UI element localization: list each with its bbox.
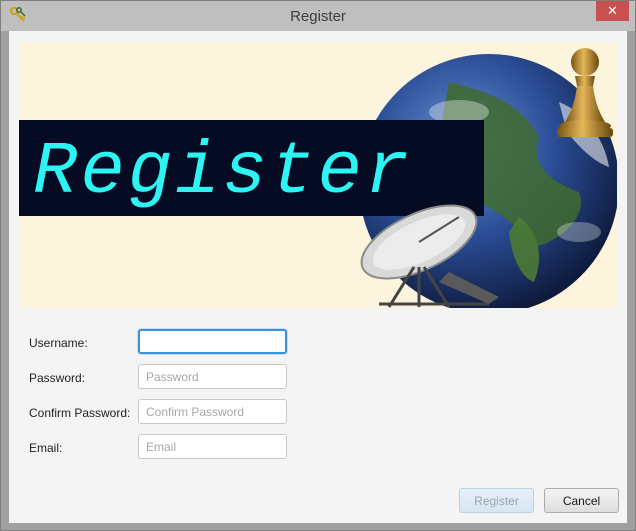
email-label: Email: (29, 441, 63, 455)
window-title: Register (290, 8, 346, 25)
password-label: Password: (29, 371, 86, 385)
password-input[interactable] (138, 364, 287, 389)
username-input[interactable] (138, 329, 287, 354)
cancel-button[interactable]: Cancel (544, 488, 619, 513)
close-button[interactable]: ✕ (596, 1, 629, 21)
email-input[interactable] (138, 434, 287, 459)
register-window: Register ✕ Register Username: Password: … (0, 0, 636, 531)
title-bar[interactable]: Register ✕ (1, 1, 635, 31)
dialog-content: Register Username: Password: Confirm Pas… (9, 31, 627, 523)
close-icon: ✕ (607, 3, 618, 18)
confirm-password-input[interactable] (138, 399, 287, 424)
confirm-password-label: Confirm Password: (29, 406, 131, 420)
username-label: Username: (29, 336, 88, 350)
register-button[interactable]: Register (459, 488, 534, 513)
banner-title: Register (33, 131, 412, 215)
register-banner-image: Register (19, 42, 617, 308)
